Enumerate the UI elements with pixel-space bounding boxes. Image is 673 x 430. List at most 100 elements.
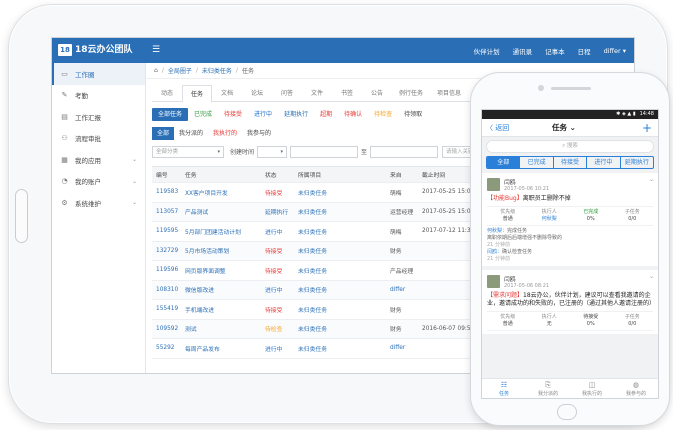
cell-task[interactable]: 5月部门团建活动计划 <box>182 227 262 236</box>
phone-tab-done[interactable]: 已完成 <box>519 157 552 168</box>
tab-docs[interactable]: 文档 <box>212 85 242 101</box>
filter-pending-accept[interactable]: 待接受 <box>218 108 248 121</box>
participating-icon: ◍ <box>632 381 640 389</box>
breadcrumb-uncategorized[interactable]: 未归类任务 <box>202 66 232 75</box>
assigned-icon: ⎘ <box>545 381 551 389</box>
user-menu[interactable]: differ ▾ <box>604 47 626 55</box>
phone-home-button <box>557 404 577 420</box>
cell-task[interactable]: 5月市场活动策划 <box>182 246 262 255</box>
cell-project[interactable]: 未归类任务 <box>295 344 387 353</box>
cell-project[interactable]: 未归类任务 <box>295 246 387 255</box>
sidebar-item-system[interactable]: ⚙ 系统维护 ⌄ <box>52 192 145 214</box>
sidebar-item-workcircle[interactable]: ▭ 工作圈 <box>52 63 145 85</box>
scope-assigned[interactable]: 我分派的 <box>174 127 208 140</box>
tab-project-info[interactable]: 项目信息 <box>430 85 468 101</box>
phone-title[interactable]: 任务 ⌄ <box>552 122 576 133</box>
add-icon[interactable]: + <box>642 119 652 137</box>
created-time-label: 创建时间 <box>230 149 255 156</box>
avatar <box>487 274 500 288</box>
cell-task[interactable]: 手机端改进 <box>182 305 262 314</box>
chevron-down-icon[interactable]: ⌄ <box>649 273 654 280</box>
tab-feed[interactable]: 动态 <box>152 85 182 101</box>
filter-to-check[interactable]: 待检查 <box>368 108 398 121</box>
card-title: 【功能Bug】离职员工删除不掉 <box>487 195 571 202</box>
breadcrumb-global[interactable]: 全局圈子 <box>168 66 192 75</box>
caret-down-icon: ▾ <box>217 148 220 155</box>
bottom-tab-assigned[interactable]: ⎘ 我分派的 <box>526 379 570 398</box>
sidebar-item-report[interactable]: ▤ 工作汇报 <box>52 106 145 128</box>
bottom-tab-executing[interactable]: ◫ 我执行的 <box>570 379 614 398</box>
sidebar-item-label: 系统维护 <box>75 199 101 208</box>
cell-status: 延期执行 <box>265 210 289 217</box>
filter-to-claim[interactable]: 待领取 <box>398 108 428 121</box>
cell-project[interactable]: 未归类任务 <box>295 324 387 333</box>
cell-task[interactable]: 网页版界面调整 <box>182 266 262 275</box>
category-select[interactable]: 全部分类 ▾ <box>152 145 224 158</box>
cell-project[interactable]: 未归类任务 <box>295 207 387 216</box>
filter-to-confirm[interactable]: 待确认 <box>338 108 368 121</box>
chevron-down-icon[interactable]: ⌄ <box>649 176 654 183</box>
phone-tab-progress[interactable]: 进行中 <box>586 157 619 168</box>
app-header: 18 18云办公团队 ☰ 伙伴计划 通讯录 记事本 日程 differ ▾ <box>52 38 634 63</box>
phone-status-bar: ✱ ◈ ▲ ▮ 14:48 <box>482 110 658 119</box>
task-card[interactable]: 闫鸥 2017-05-06 10:21 ⌄ 【功能Bug】离职员工删除不掉 优先… <box>482 173 658 266</box>
tab-routine[interactable]: 例行任务 <box>392 85 430 101</box>
phone-search-input[interactable]: ⌕ 搜索 <box>486 140 654 153</box>
home-icon[interactable]: ⌂ <box>154 67 158 74</box>
filter-in-progress[interactable]: 进行中 <box>248 108 278 121</box>
cell-status: 待接受 <box>265 307 283 314</box>
cell-task[interactable]: 产品测试 <box>182 207 262 216</box>
date-from-input[interactable] <box>290 145 359 158</box>
cell-status: 进行中 <box>265 229 283 236</box>
sidebar-item-my-apps[interactable]: ▦ 我的应用 ⌄ <box>52 149 145 171</box>
cell-project[interactable]: 未归类任务 <box>295 285 387 294</box>
cell-project[interactable]: 未归类任务 <box>295 227 387 236</box>
nav-notepad[interactable]: 记事本 <box>545 46 565 56</box>
top-nav: 伙伴计划 通讯录 记事本 日程 differ ▾ <box>474 38 626 63</box>
sidebar-item-attendance[interactable]: ✎ 考勤 <box>52 85 145 107</box>
nav-partner-plan[interactable]: 伙伴计划 <box>474 46 500 56</box>
cell-status: 进行中 <box>265 288 283 295</box>
filter-delayed[interactable]: 延期执行 <box>278 108 314 121</box>
cell-from: 萌梅 <box>390 229 402 236</box>
cell-status: 待接受 <box>265 190 283 197</box>
filter-all-tasks[interactable]: 全部任务 <box>152 108 189 121</box>
cell-task[interactable]: XX客户项目开发 <box>182 188 262 197</box>
task-card[interactable]: 闫鸥 2017-05-06 08:21 ⌄ 【需求问题】18云办公，伙伴计划，建… <box>482 270 658 334</box>
tab-bookmarks[interactable]: 书签 <box>332 85 362 101</box>
filter-overdue[interactable]: 超期 <box>314 108 338 121</box>
sidebar-item-approval[interactable]: ⚇ 流程审批 <box>52 128 145 150</box>
cell-project[interactable]: 未归类任务 <box>295 305 387 314</box>
scope-executing[interactable]: 我执行的 <box>208 127 242 140</box>
phone-tab-pending[interactable]: 待接受 <box>552 157 586 168</box>
cell-task[interactable]: 测试 <box>182 324 262 333</box>
scope-all[interactable]: 全部 <box>152 127 175 140</box>
cell-id: 109592 <box>156 325 179 332</box>
cell-task[interactable]: 每周产品发布 <box>182 344 262 353</box>
tasks-icon: ☷ <box>500 381 508 389</box>
tab-qa[interactable]: 问答 <box>272 85 302 101</box>
menu-toggle-icon[interactable]: ☰ <box>152 45 160 56</box>
tab-notices[interactable]: 公告 <box>362 85 392 101</box>
nav-contacts[interactable]: 通讯录 <box>513 46 533 56</box>
cell-task[interactable]: 微信版改进 <box>182 285 262 294</box>
sidebar-item-my-account[interactable]: ◔ 我的账户 ⌄ <box>52 171 145 193</box>
flow-icon: ⚇ <box>61 134 68 143</box>
cell-status: 待接受 <box>265 249 283 256</box>
cell-project[interactable]: 未归类任务 <box>295 266 387 275</box>
nav-schedule[interactable]: 日程 <box>578 46 591 56</box>
bottom-tab-tasks[interactable]: ☷ 任务 <box>482 379 526 398</box>
cell-project[interactable]: 未归类任务 <box>295 188 387 197</box>
created-time-select[interactable]: ▾ <box>257 145 288 158</box>
back-button[interactable]: 〈 返回 <box>486 123 509 133</box>
tab-forum[interactable]: 论坛 <box>242 85 272 101</box>
phone-tab-all[interactable]: 全部 <box>487 157 520 168</box>
phone-tab-delayed[interactable]: 延期执行 <box>619 157 653 168</box>
tab-tasks[interactable]: 任务 <box>182 85 212 103</box>
executing-icon: ◫ <box>588 381 596 389</box>
filter-completed[interactable]: 已完成 <box>188 108 218 121</box>
date-to-input[interactable] <box>370 145 439 158</box>
tab-files[interactable]: 文件 <box>302 85 332 101</box>
scope-participating[interactable]: 我参与的 <box>242 127 276 140</box>
bottom-tab-participating[interactable]: ◍ 我参与的 <box>614 379 658 398</box>
